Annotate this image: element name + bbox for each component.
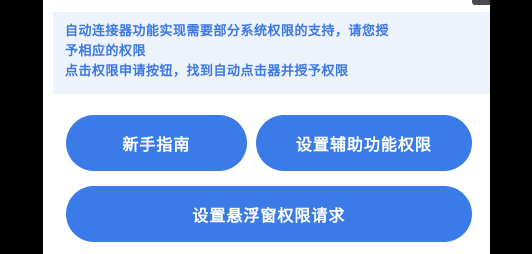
app-screen: 自动连接器功能实现需要部分系统权限的支持，请您授 予相应的权限 点击权限申请按钮…	[43, 0, 490, 254]
beginner-guide-button[interactable]: 新手指南	[66, 115, 247, 171]
notice-line-1: 自动连接器功能实现需要部分系统权限的支持，请您授	[65, 24, 390, 39]
permission-notice: 自动连接器功能实现需要部分系统权限的支持，请您授 予相应的权限 点击权限申请按钮…	[53, 12, 490, 94]
notice-line-3: 点击权限申请按钮，找到自动点击器并授予权限	[65, 64, 349, 79]
accessibility-permission-button[interactable]: 设置辅助功能权限	[256, 115, 472, 171]
notice-line-2: 予相应的权限	[65, 44, 147, 59]
top-corner-decoration	[472, 0, 490, 5]
overlay-permission-button[interactable]: 设置悬浮窗权限请求	[66, 186, 472, 242]
